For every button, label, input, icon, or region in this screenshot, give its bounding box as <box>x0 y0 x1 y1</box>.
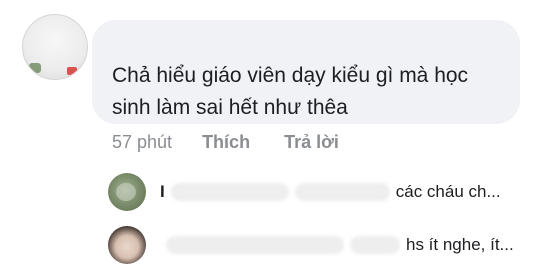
redaction-blur <box>294 183 390 201</box>
comment-timestamp: 57 phút <box>112 131 173 152</box>
reply-author-initial: I <box>160 182 165 201</box>
reply-author-redacted: I <box>160 182 390 202</box>
reply-item[interactable]: hs ít nghe, ít... <box>108 225 514 265</box>
redaction-blur <box>350 236 400 254</box>
avatar-detail <box>67 67 77 75</box>
avatar-detail <box>29 63 41 73</box>
reply-item[interactable]: I các cháu ch... <box>108 172 501 212</box>
reply-snippet: các cháu ch... <box>395 182 501 201</box>
reply-button[interactable]: Trả lời <box>284 132 339 153</box>
comment-bubble: Chả hiểu giáo viên dạy kiểu gì mà học si… <box>92 20 520 124</box>
reply-avatar[interactable] <box>108 173 146 211</box>
reply-snippet: hs ít nghe, ít... <box>406 235 514 254</box>
reply-avatar[interactable] <box>108 226 146 264</box>
redaction-blur <box>170 183 289 201</box>
comment-actions: 57 phút Thích Trả lời <box>112 128 339 156</box>
redaction-blur <box>166 236 344 254</box>
commenter-avatar[interactable] <box>22 14 88 80</box>
reply-author-redacted <box>160 236 400 254</box>
comment-text: Chả hiểu giáo viên dạy kiểu gì mà học si… <box>112 64 469 119</box>
like-button[interactable]: Thích <box>202 132 250 153</box>
